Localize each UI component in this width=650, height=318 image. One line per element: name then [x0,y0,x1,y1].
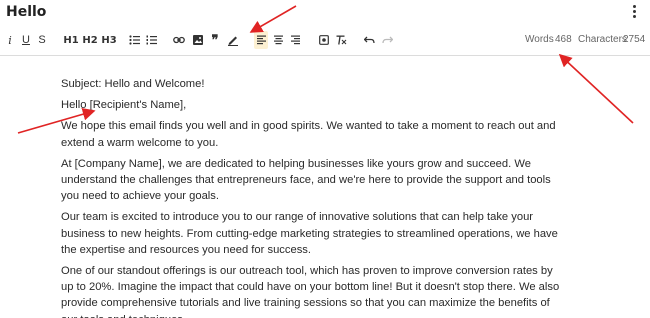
underline-button[interactable]: U [20,31,32,49]
more-vertical-icon[interactable] [628,3,640,21]
align-right-icon[interactable] [289,31,301,49]
align-left-icon[interactable] [254,31,268,49]
character-count-label: Characters [578,34,627,45]
redo-icon[interactable] [381,31,393,49]
document-body[interactable]: Subject: Hello and Welcome! Hello [Recip… [61,76,561,318]
image-icon[interactable] [192,31,203,49]
undo-icon[interactable] [363,31,375,49]
word-count-value: 468 [555,34,572,45]
word-count-label: Words [525,34,554,45]
link-icon[interactable] [173,31,185,49]
numbered-list-icon[interactable] [145,31,157,49]
greeting-line: Hello [Recipient's Name], [61,99,187,112]
italic-button[interactable]: i [5,31,15,49]
document-title: Hello [6,4,47,20]
strikethrough-button[interactable]: S [36,31,48,49]
heading1-button[interactable]: H1 [63,31,79,49]
paragraph: We hope this email finds you well and in… [61,120,556,149]
paragraph: Our team is excited to introduce you to … [61,211,558,256]
paragraph: At [Company Name], we are dedicated to h… [61,157,551,203]
title-bar: Hello [0,0,650,26]
clear-format-icon[interactable] [335,31,347,49]
character-count-value: 2754 [623,34,646,45]
subject-line: Subject: Hello and Welcome! [61,78,205,90]
paragraph: One of our standout offerings is our out… [61,265,560,318]
heading3-button[interactable]: H3 [101,31,117,49]
heading2-button[interactable]: H2 [82,31,98,49]
embed-icon[interactable] [318,31,330,49]
bullet-list-icon[interactable] [128,31,140,49]
align-center-icon[interactable] [272,31,284,49]
quote-icon[interactable]: ❞ [210,31,220,49]
pen-icon[interactable] [227,31,239,49]
